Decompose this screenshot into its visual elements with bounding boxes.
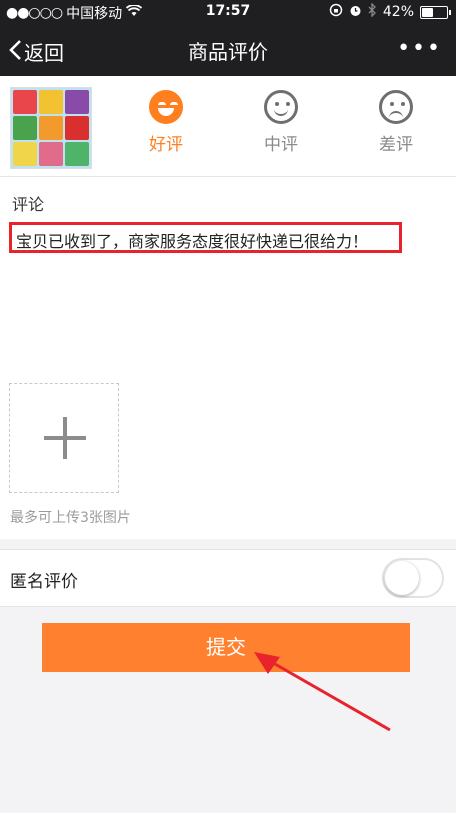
more-menu-button[interactable]: ••• xyxy=(397,36,442,61)
anonymous-label: 匿名评价 xyxy=(10,572,78,592)
anonymous-review-row: 匿名评价 xyxy=(0,549,456,607)
navigation-bar: 返回 商品评价 ••• xyxy=(0,24,456,76)
anonymous-toggle[interactable] xyxy=(382,558,444,598)
rating-neutral-label: 中评 xyxy=(264,135,298,155)
sad-face-icon xyxy=(379,90,413,124)
red-arrow-annotation xyxy=(254,652,391,732)
product-thumbnail xyxy=(10,87,92,169)
rotation-lock-icon xyxy=(329,3,343,21)
battery-level xyxy=(422,7,433,17)
comment-label: 评论 xyxy=(12,195,45,214)
smile-face-icon xyxy=(264,90,298,124)
rating-bad-label: 差评 xyxy=(379,135,413,155)
battery-percent: 42% xyxy=(382,4,414,20)
add-photo-button[interactable] xyxy=(9,383,119,493)
happy-face-icon xyxy=(149,90,183,124)
upload-hint: 最多可上传3张图片 xyxy=(10,510,131,526)
alarm-icon xyxy=(349,4,362,21)
rating-good-label: 好评 xyxy=(149,135,183,155)
rating-section: 好评 中评 差评 xyxy=(0,76,456,177)
battery-icon xyxy=(420,5,451,19)
toggle-knob xyxy=(385,561,419,595)
rating-good-option[interactable]: 好评 xyxy=(136,90,196,155)
rating-bad-option[interactable]: 差评 xyxy=(366,90,426,155)
page-title: 商品评价 xyxy=(188,40,268,64)
comment-section: 评论 宝贝已收到了，商家服务态度很好快递已很给力！ 最多可上传3张图片 xyxy=(0,177,456,539)
status-bar: ●●○○○ 中国移动 17:57 42% xyxy=(0,0,456,24)
bluetooth-icon xyxy=(368,2,377,21)
rating-neutral-option[interactable]: 中评 xyxy=(251,90,311,155)
comment-textarea[interactable]: 宝贝已收到了，商家服务态度很好快递已很给力！ xyxy=(9,222,402,253)
status-right: 42% xyxy=(329,2,451,21)
